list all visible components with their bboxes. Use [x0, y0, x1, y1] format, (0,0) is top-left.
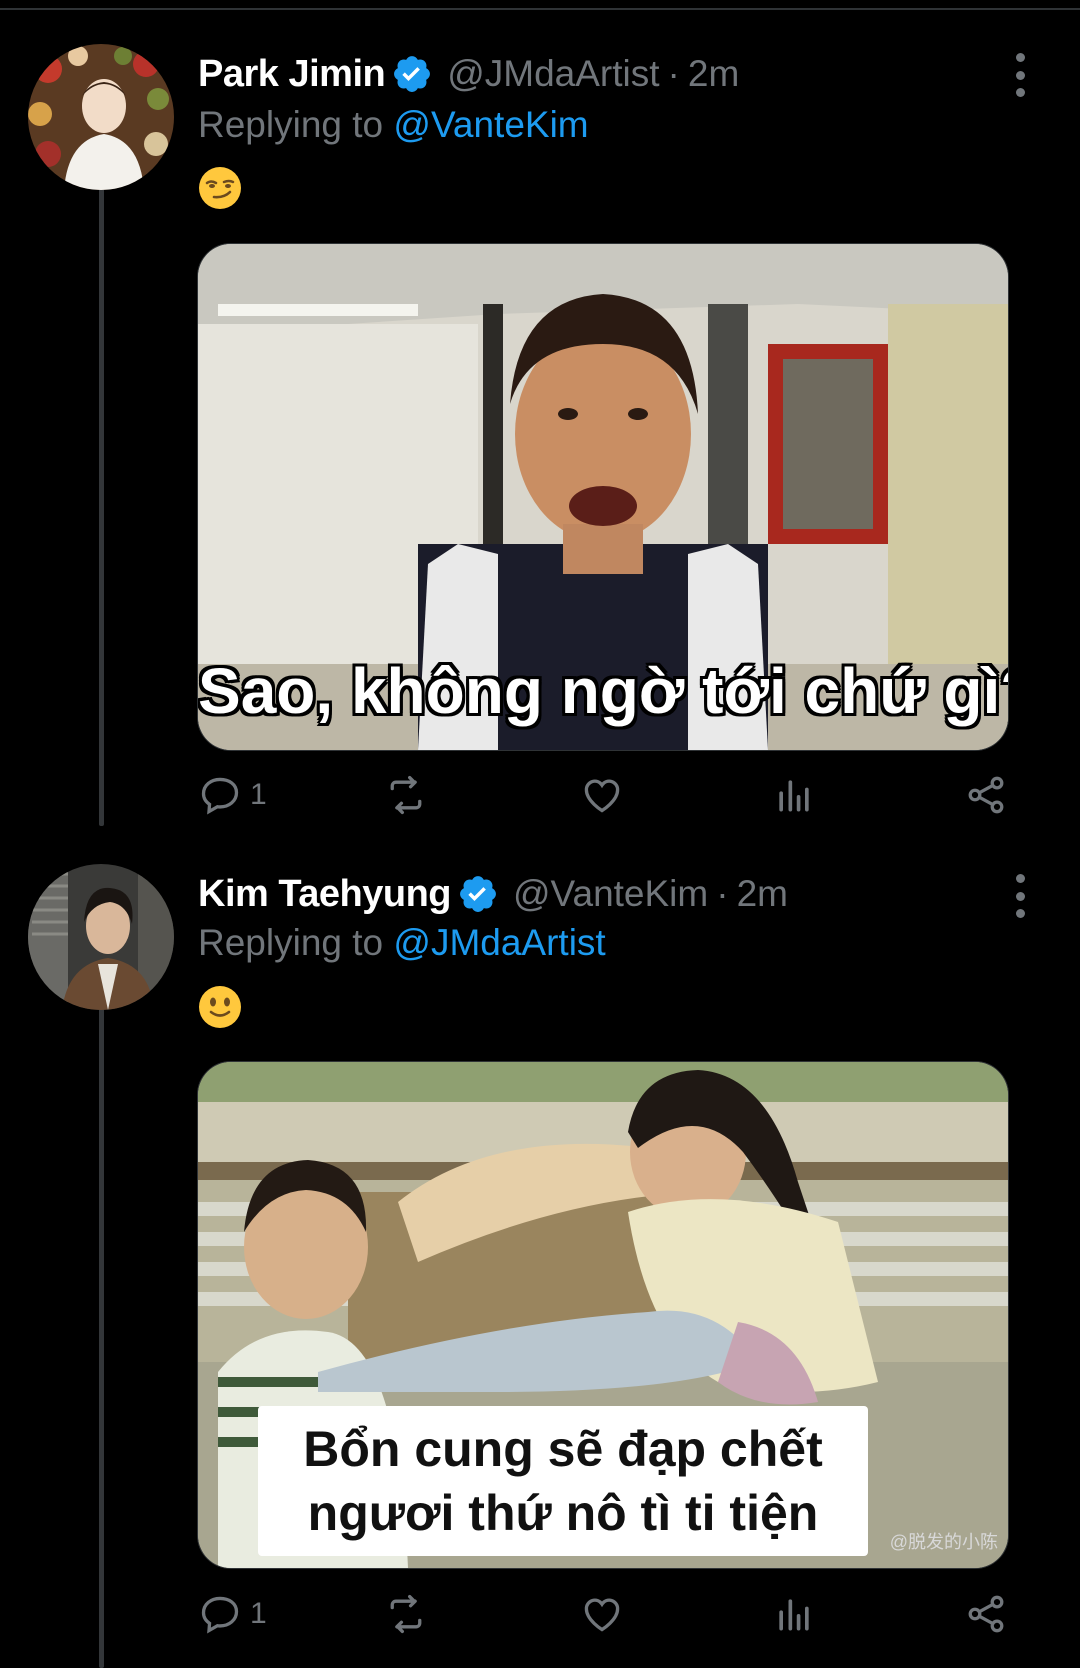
views-icon — [772, 1592, 816, 1636]
thread-connector-line — [99, 186, 104, 826]
timestamp[interactable]: 2m — [688, 53, 739, 95]
tweet-header: Park Jimin @JMdaArtist · 2m — [198, 49, 739, 99]
retweet-button[interactable] — [384, 1590, 428, 1638]
views-button[interactable] — [772, 771, 816, 819]
share-button[interactable] — [964, 1590, 1008, 1638]
display-name[interactable]: Kim Taehyung — [198, 873, 452, 916]
retweet-icon — [384, 1592, 428, 1636]
media-caption-line: Bổn cung sẽ đạp chết — [303, 1421, 823, 1477]
views-icon — [772, 773, 816, 817]
views-button[interactable] — [772, 1590, 816, 1638]
like-icon — [580, 1592, 624, 1636]
more-options-icon[interactable] — [1008, 53, 1032, 97]
reply-button[interactable]: 1 — [198, 1590, 267, 1638]
tweet-header: Kim Taehyung @VanteKim · 2m — [198, 869, 788, 919]
replying-prefix: Replying to — [198, 104, 394, 145]
tweet-media-image[interactable]: Sao, không ngờ tới chứ gì? — [197, 243, 1009, 751]
separator-dot: · — [716, 873, 729, 914]
reply-button[interactable]: 1 — [198, 771, 267, 819]
separator-dot: · — [667, 53, 680, 94]
like-button[interactable] — [580, 1590, 624, 1638]
retweet-icon — [384, 773, 428, 817]
share-button[interactable] — [964, 771, 1008, 819]
verified-badge-icon — [391, 53, 433, 95]
retweet-button[interactable] — [384, 771, 428, 819]
media-caption-line: ngươi thứ nô tì ti tiện — [307, 1485, 819, 1541]
replying-to-line: Replying to @VanteKim — [198, 104, 589, 146]
thread-connector-line — [99, 1005, 104, 1668]
reply-count: 1 — [250, 1597, 267, 1630]
top-divider — [0, 0, 1080, 10]
reply-count: 1 — [250, 778, 267, 811]
replying-to-mention[interactable]: @JMdaArtist — [393, 922, 605, 963]
tweet-actions-bar: 1 — [198, 1590, 1018, 1638]
media-caption: Sao, không ngờ tới chứ gì? — [198, 655, 1009, 727]
replying-to-mention[interactable]: @VanteKim — [393, 104, 588, 145]
handle[interactable]: @JMdaArtist — [447, 53, 659, 95]
replying-prefix: Replying to — [198, 922, 394, 963]
tweet-actions-bar: 1 — [198, 771, 1018, 819]
smirking-face-icon — [198, 166, 242, 210]
reply-icon — [198, 1592, 242, 1636]
handle[interactable]: @VanteKim — [513, 873, 708, 915]
share-icon — [964, 1592, 1008, 1636]
more-options-icon[interactable] — [1008, 874, 1032, 918]
media-watermark: @脱发的小陈 — [889, 1532, 998, 1552]
timestamp[interactable]: 2m — [737, 873, 788, 915]
avatar[interactable] — [28, 864, 174, 1010]
like-icon — [580, 773, 624, 817]
share-icon — [964, 773, 1008, 817]
replying-to-line: Replying to @JMdaArtist — [198, 922, 606, 964]
avatar[interactable] — [28, 44, 174, 190]
tweet-media-image[interactable]: Bổn cung sẽ đạp chết ngươi thứ nô tì ti … — [197, 1061, 1009, 1569]
verified-badge-icon — [457, 873, 499, 915]
display-name[interactable]: Park Jimin — [198, 53, 386, 96]
slightly-smiling-face-icon — [198, 985, 242, 1029]
like-button[interactable] — [580, 771, 624, 819]
media-caption-box: Bổn cung sẽ đạp chết ngươi thứ nô tì ti … — [258, 1406, 868, 1556]
reply-icon — [198, 773, 242, 817]
